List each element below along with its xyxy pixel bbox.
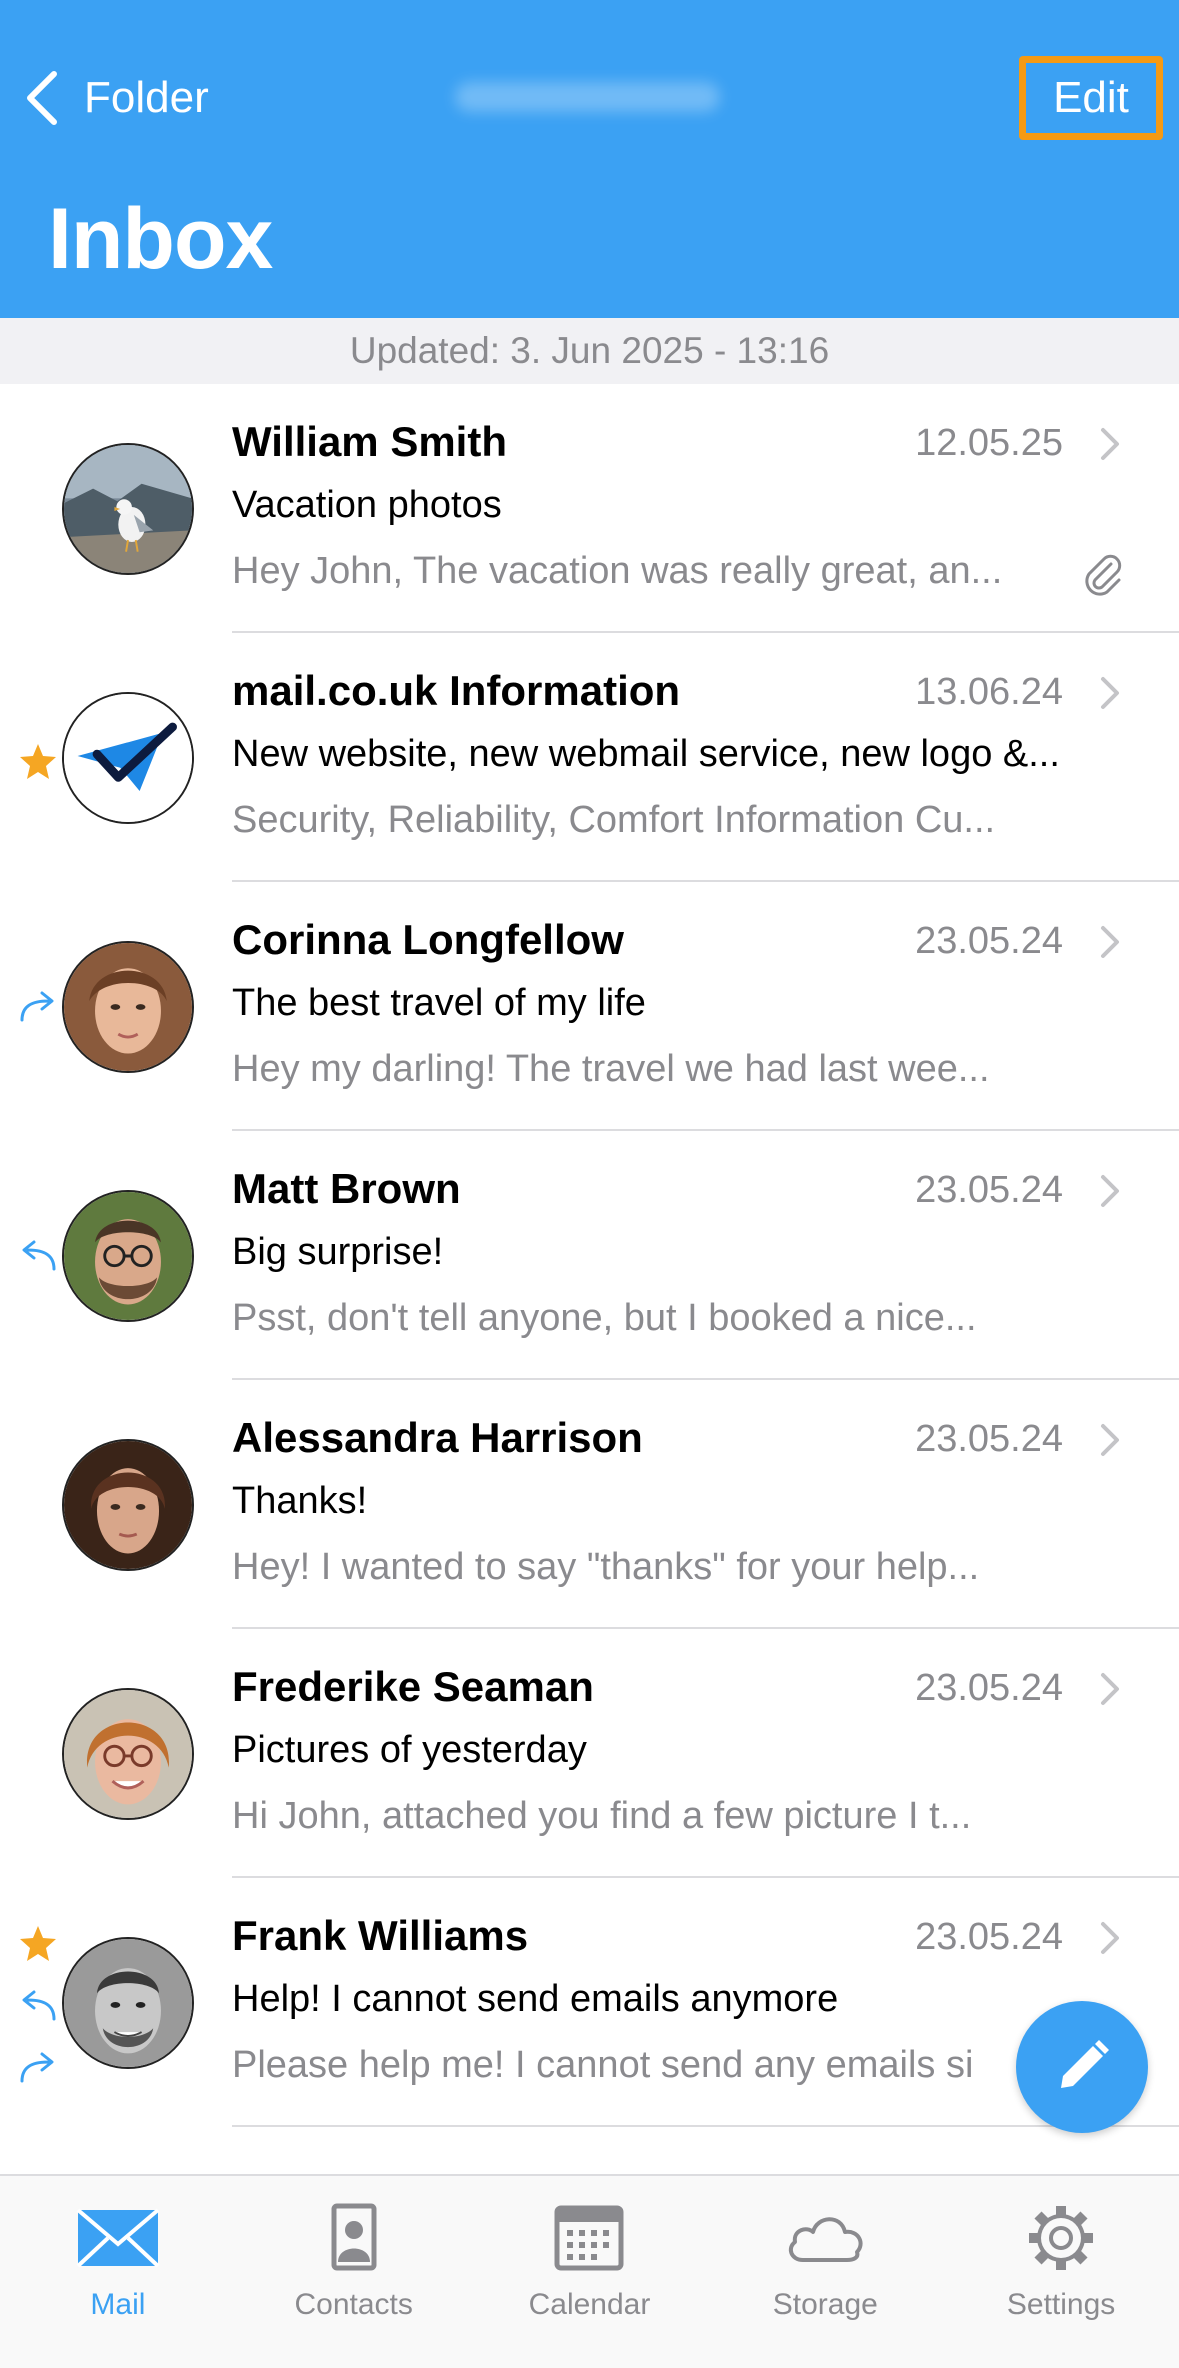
sender-name: Frank Williams bbox=[232, 1912, 529, 1959]
tab-calendar[interactable]: Calendar bbox=[472, 2176, 708, 2368]
star-icon bbox=[20, 744, 56, 779]
compose-button[interactable] bbox=[1016, 2001, 1148, 2133]
edit-button[interactable]: Edit bbox=[1019, 56, 1163, 140]
mail-date: 23.05.24 bbox=[915, 1169, 1063, 1211]
mail-icon bbox=[76, 2208, 160, 2268]
pencil-icon bbox=[1061, 2040, 1109, 2088]
status-icons bbox=[14, 1224, 62, 1286]
chevron-right-icon bbox=[1101, 428, 1119, 460]
avatar bbox=[62, 1439, 194, 1571]
chevron-left-icon bbox=[27, 71, 57, 125]
chevron-right-icon bbox=[1101, 1175, 1119, 1207]
chevron-right-icon bbox=[1101, 1922, 1119, 1954]
mail-logo-icon bbox=[64, 694, 192, 822]
sender-name: mail.co.uk Information bbox=[232, 667, 681, 714]
tab-contacts[interactable]: Contacts bbox=[236, 2176, 472, 2368]
mail-subject: Vacation photos bbox=[232, 484, 502, 526]
mail-preview: Psst, don't tell anyone, but I booked a … bbox=[232, 1297, 977, 1339]
mail-preview: Hey my darling! The travel we had last w… bbox=[232, 1048, 990, 1090]
avatar bbox=[62, 941, 194, 1073]
mail-subject: Help! I cannot send emails anymore bbox=[232, 1978, 839, 2020]
calendar-icon bbox=[554, 2205, 624, 2271]
mail-app: Folder Edit Inbox Updated: 3. Jun 2025 -… bbox=[0, 0, 1179, 2368]
sender-name: William Smith bbox=[232, 418, 507, 465]
person-photo bbox=[64, 1939, 192, 2067]
tab-label: Storage bbox=[772, 2288, 878, 2321]
mail-date: 23.05.24 bbox=[915, 1667, 1063, 1709]
status-icons bbox=[14, 1912, 62, 2098]
sender-name: Corinna Longfellow bbox=[232, 916, 624, 963]
mail-date: 23.05.24 bbox=[915, 920, 1063, 962]
reply-icon bbox=[22, 1240, 56, 1271]
avatar bbox=[62, 1688, 194, 1820]
chevron-right-icon bbox=[1101, 926, 1119, 958]
account-name-redacted bbox=[455, 82, 720, 112]
avatar bbox=[62, 1937, 194, 2069]
paperclip-icon bbox=[1085, 554, 1122, 596]
mail-row[interactable]: mail.co.uk Information 13.06.24 New webs… bbox=[0, 633, 1179, 882]
tab-label: Mail bbox=[90, 2288, 146, 2321]
tab-label: Calendar bbox=[528, 2288, 651, 2321]
mail-date: 23.05.24 bbox=[915, 1418, 1063, 1460]
cloud-icon bbox=[789, 2217, 863, 2262]
person-photo bbox=[64, 1690, 192, 1818]
status-icons bbox=[14, 730, 62, 792]
last-updated-label: Updated: 3. Jun 2025 - 13:16 bbox=[0, 318, 1179, 384]
chevron-right-icon bbox=[1101, 1673, 1119, 1705]
mail-list[interactable]: William Smith 12.05.25 Vacation photos H… bbox=[0, 384, 1179, 2174]
tab-label: Settings bbox=[1006, 2288, 1116, 2321]
gear-icon bbox=[1029, 2206, 1094, 2270]
contacts-icon bbox=[331, 2203, 377, 2271]
tab-label: Contacts bbox=[294, 2288, 413, 2321]
mail-row[interactable]: William Smith 12.05.25 Vacation photos H… bbox=[0, 384, 1179, 633]
mail-row[interactable]: Corinna Longfellow 23.05.24 The best tra… bbox=[0, 882, 1179, 1131]
avatar bbox=[62, 443, 194, 575]
page-title: Inbox bbox=[48, 191, 273, 287]
avatar bbox=[62, 692, 194, 824]
mail-row[interactable]: Frederike Seaman 23.05.24 Pictures of ye… bbox=[0, 1629, 1179, 1878]
star-icon bbox=[20, 1926, 56, 1961]
mail-subject: Big surprise! bbox=[232, 1231, 444, 1273]
mail-row[interactable]: Alessandra Harrison 23.05.24 Thanks! Hey… bbox=[0, 1380, 1179, 1629]
header-bar: Folder Edit Inbox bbox=[0, 0, 1179, 318]
mail-date: 23.05.24 bbox=[915, 1916, 1063, 1958]
mail-date: 12.05.25 bbox=[915, 422, 1063, 464]
avatar bbox=[62, 1190, 194, 1322]
tab-settings[interactable]: Settings bbox=[943, 2176, 1179, 2368]
chevron-right-icon bbox=[1101, 1424, 1119, 1456]
mail-subject: Thanks! bbox=[232, 1480, 368, 1522]
mail-preview: Hey! I wanted to say "thanks" for your h… bbox=[232, 1546, 980, 1588]
tab-storage[interactable]: Storage bbox=[707, 2176, 943, 2368]
mail-row[interactable]: Frank Williams 23.05.24 Help! I cannot s… bbox=[0, 1878, 1179, 2127]
person-photo bbox=[64, 943, 192, 1071]
sender-name: Matt Brown bbox=[232, 1165, 461, 1212]
forward-icon bbox=[20, 991, 54, 1022]
tab-mail[interactable]: Mail bbox=[0, 2176, 236, 2368]
person-photo bbox=[64, 1441, 192, 1569]
mail-subject: Pictures of yesterday bbox=[232, 1729, 587, 1771]
sender-name: Alessandra Harrison bbox=[232, 1414, 643, 1461]
mail-subject: The best travel of my life bbox=[232, 982, 646, 1024]
row-separator bbox=[232, 2125, 1179, 2127]
sender-name: Frederike Seaman bbox=[232, 1663, 594, 1710]
reply-icon bbox=[22, 1990, 56, 2021]
seagull-photo bbox=[64, 445, 192, 573]
back-label: Folder bbox=[84, 73, 209, 122]
chevron-right-icon bbox=[1101, 677, 1119, 709]
person-photo bbox=[64, 1192, 192, 1320]
mail-preview: Hi John, attached you find a few picture… bbox=[232, 1795, 972, 1837]
mail-date: 13.06.24 bbox=[915, 671, 1063, 713]
mail-preview: Security, Reliability, Comfort Informati… bbox=[232, 799, 996, 841]
mail-subject: New website, new webmail service, new lo… bbox=[232, 733, 1060, 775]
back-button[interactable]: Folder bbox=[22, 60, 209, 136]
mail-row[interactable]: Matt Brown 23.05.24 Big surprise! Psst, … bbox=[0, 1131, 1179, 1380]
status-icons bbox=[14, 975, 62, 1037]
tab-bar: Mail Contacts Calendar Storage Settings bbox=[0, 2174, 1179, 2368]
mail-preview: Hey John, The vacation was really great,… bbox=[232, 550, 1003, 592]
forward-icon bbox=[20, 2052, 54, 2083]
